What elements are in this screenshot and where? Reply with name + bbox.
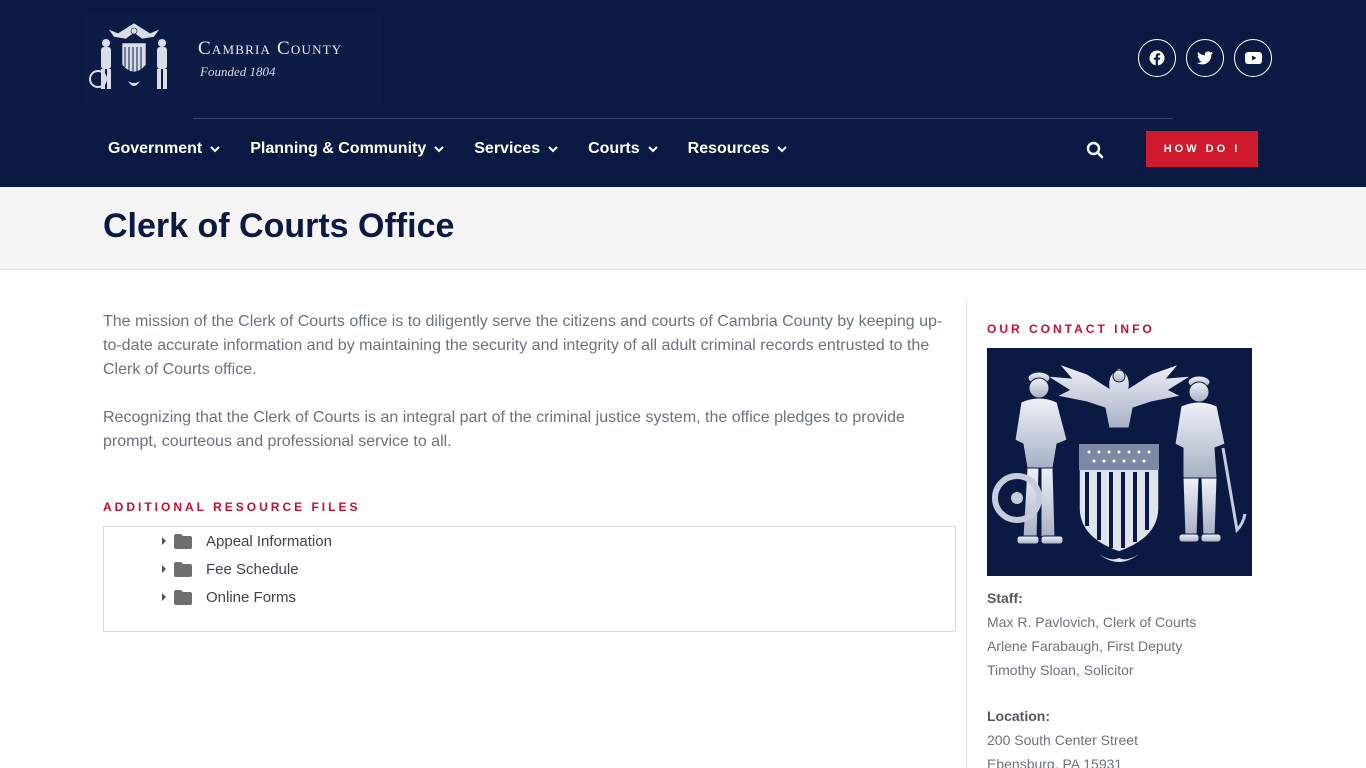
seal-icon [992, 362, 1247, 562]
nav-item-services[interactable]: Services [474, 140, 558, 158]
logo-title: Cambria County [198, 38, 343, 59]
resources-heading: ADDITIONAL RESOURCE FILES [103, 500, 361, 514]
county-seal-image [987, 348, 1252, 576]
logo-subtitle: Founded 1804 [200, 64, 276, 79]
twitter-icon [1197, 51, 1213, 65]
caret-right-icon [162, 593, 166, 601]
file-folder-fee-schedule[interactable]: Fee Schedule [158, 559, 299, 579]
logo-text: Cambria County Founded 1804 [198, 38, 342, 80]
sidebar-divider [966, 300, 967, 768]
nav-item-courts[interactable]: Courts [588, 140, 658, 158]
chevron-down-icon [434, 145, 444, 152]
location-label: Location: [987, 708, 1050, 724]
main-nav: Government Planning & Community Services… [108, 140, 788, 158]
address-line: 200 South Center Street [987, 732, 1138, 748]
facebook-link[interactable] [1138, 39, 1176, 77]
search-button[interactable] [1086, 141, 1106, 161]
site-header: Cambria County Founded 1804 Government P… [0, 0, 1366, 187]
contact-heading: OUR CONTACT INFO [987, 322, 1155, 336]
folder-icon [174, 589, 192, 605]
chevron-down-icon [210, 145, 220, 152]
staff-member: Timothy Sloan, Solicitor [987, 662, 1134, 678]
page-title: Clerk of Courts Office [103, 207, 455, 245]
file-label: Fee Schedule [206, 560, 299, 578]
title-band: Clerk of Courts Office [0, 187, 1366, 270]
folder-icon [174, 561, 192, 577]
chevron-down-icon [647, 145, 658, 152]
staff-member: Max R. Pavlovich, Clerk of Courts [987, 614, 1197, 630]
search-icon [1086, 141, 1104, 159]
nav-item-resources[interactable]: Resources [688, 140, 788, 158]
staff-info: Staff: Max R. Pavlovich, Clerk of Courts… [987, 586, 1196, 682]
staff-member: Arlene Farabaugh, First Deputy [987, 638, 1183, 654]
file-folder-online-forms[interactable]: Online Forms [158, 587, 296, 607]
site-logo[interactable]: Cambria County Founded 1804 [84, 14, 382, 104]
address-line: Ebensburg, PA 15931 [987, 756, 1123, 768]
staff-label: Staff: [987, 590, 1023, 606]
location-info: Location: 200 South Center Street Ebensb… [987, 704, 1138, 768]
file-folder-appeal[interactable]: Appeal Information [158, 531, 332, 551]
caret-right-icon [162, 537, 166, 545]
chevron-down-icon [777, 145, 788, 152]
file-label: Online Forms [206, 588, 297, 606]
nav-label: Services [474, 140, 541, 157]
caret-right-icon [162, 565, 166, 573]
how-do-i-button[interactable]: HOW DO I [1146, 131, 1258, 167]
nav-item-planning[interactable]: Planning & Community [250, 140, 444, 158]
youtube-icon [1244, 52, 1262, 64]
twitter-link[interactable] [1186, 39, 1224, 77]
pledge-paragraph: Recognizing that the Clerk of Courts is … [103, 409, 905, 450]
social-links [1138, 39, 1272, 77]
youtube-link[interactable] [1234, 39, 1272, 77]
county-seal-icon [89, 22, 167, 89]
facebook-icon [1149, 50, 1165, 66]
mission-paragraph: The mission of the Clerk of Courts offic… [103, 313, 943, 378]
resource-files-tree: Appeal Information Fee Schedule Online F… [103, 526, 956, 632]
nav-label: Planning & Community [250, 140, 427, 157]
nav-label: Courts [588, 140, 640, 157]
nav-item-government[interactable]: Government [108, 140, 220, 158]
main-content: The mission of the Clerk of Courts offic… [103, 310, 955, 478]
nav-label: Resources [687, 140, 770, 157]
chevron-down-icon [548, 145, 558, 152]
folder-icon [174, 533, 192, 549]
header-divider [193, 118, 1173, 119]
file-label: Appeal Information [206, 532, 332, 550]
nav-label: Government [108, 140, 203, 157]
